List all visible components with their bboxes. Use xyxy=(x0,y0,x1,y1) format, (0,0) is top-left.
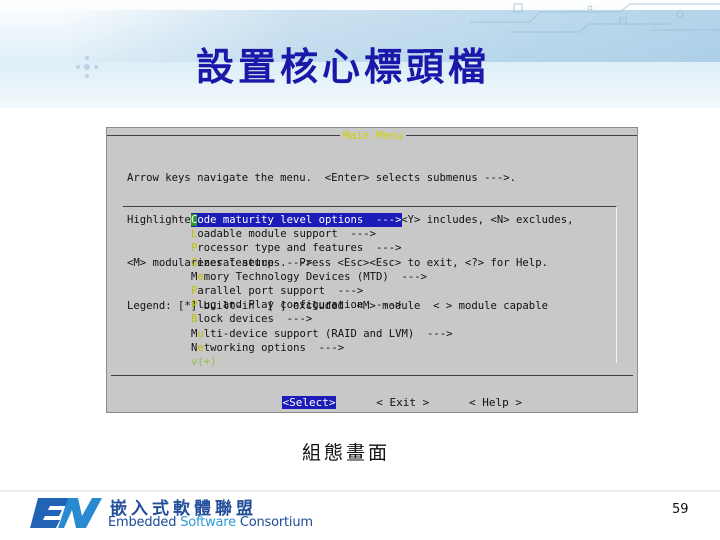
menu-item[interactable]: General setup ---> xyxy=(191,256,453,270)
menu-item-label: tworking options ---> xyxy=(203,341,345,354)
menu-item[interactable]: Code maturity level options ---> xyxy=(191,213,453,228)
menu-item-label: lti-device support (RAID and LVM) ---> xyxy=(203,327,453,340)
slide-caption: 組態畫面 xyxy=(302,442,391,464)
more-items-indicator: v(+) xyxy=(191,355,217,368)
org-name-part: Consortium xyxy=(235,515,313,530)
menu-item-label: ode maturity level options ---> xyxy=(197,214,402,226)
header-banner: 設置核心標頭檔 xyxy=(0,0,720,108)
menu-item-label: lug and Play configuration ---> xyxy=(197,299,402,312)
menu-item[interactable]: Block devices ---> xyxy=(191,312,453,326)
help-button[interactable]: < Help > xyxy=(469,396,522,409)
org-name-part: Software xyxy=(180,515,236,530)
menu-item[interactable]: Parallel port support ---> xyxy=(191,284,453,298)
exit-button[interactable]: < Exit > xyxy=(376,396,429,409)
sparkle-icon xyxy=(76,56,98,78)
org-name-part: Embedded xyxy=(108,515,181,530)
menu-item[interactable]: Loadable module support ---> xyxy=(191,227,453,241)
menu-item[interactable]: Networking options ---> xyxy=(191,341,453,355)
button-separator xyxy=(111,375,633,376)
footer-divider xyxy=(0,490,720,492)
org-name-english: Embedded Software Consortium xyxy=(108,515,313,530)
menu-item-label: arallel port support ---> xyxy=(197,284,364,297)
esw-logo-icon xyxy=(30,498,102,528)
page-number: 59 xyxy=(672,502,689,517)
menu-item[interactable]: Processor type and features ---> xyxy=(191,241,453,255)
slide-title: 設置核心標頭檔 xyxy=(196,44,491,89)
menu-item[interactable]: Multi-device support (RAID and LVM) ---> xyxy=(191,327,453,341)
menu-item-label: oadable module support ---> xyxy=(197,228,376,241)
select-button[interactable]: <Select> xyxy=(281,396,337,409)
menu-list: Code maturity level options ---> Loadable… xyxy=(191,213,453,369)
help-line: Arrow keys navigate the menu. <Enter> se… xyxy=(127,171,517,184)
button-bar: <Select> < Exit > < Help > xyxy=(255,383,522,422)
menu-item[interactable]: Plug and Play configuration ---> xyxy=(191,298,453,312)
menu-window-title: Main Menu xyxy=(340,129,406,142)
menu-item-label: mory Technology Devices (MTD) ---> xyxy=(203,270,428,283)
menu-item-label: rocessor type and features ---> xyxy=(197,242,402,255)
menuconfig-terminal: Main Menu Arrow keys navigate the menu. … xyxy=(106,127,638,413)
circuit-decoration-icon xyxy=(470,3,720,33)
menu-item-label: lock devices ---> xyxy=(197,313,313,326)
menu-item[interactable]: Memory Technology Devices (MTD) ---> xyxy=(191,270,453,284)
menu-item-label: eneral setup ---> xyxy=(197,256,313,269)
